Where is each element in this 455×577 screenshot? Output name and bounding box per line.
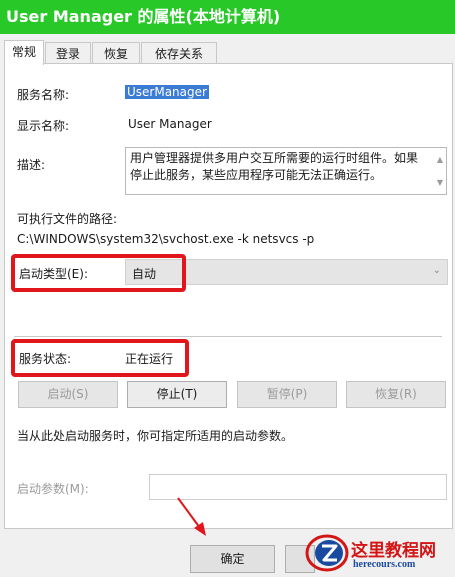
- ok-button[interactable]: 确定: [190, 545, 275, 573]
- start-button[interactable]: 启动(S): [18, 381, 118, 408]
- resume-button[interactable]: 恢复(R): [346, 381, 446, 408]
- general-panel: [4, 63, 453, 529]
- watermark-title: 这里教程网: [351, 541, 436, 561]
- watermark-url: herecours.com: [353, 559, 416, 570]
- display-name-value[interactable]: User Manager: [128, 117, 212, 131]
- start-params-label: 启动参数(M):: [17, 482, 89, 496]
- service-name-label: 服务名称:: [17, 88, 70, 102]
- executable-path-value: C:\WINDOWS\system32\svchost.exe -k netsv…: [17, 232, 315, 246]
- stop-button[interactable]: 停止(T): [127, 381, 227, 408]
- display-name-label: 显示名称:: [17, 119, 70, 133]
- description-box[interactable]: 用户管理器提供多用户交互所需要的运行时组件。如果停止此服务，某些应用程序可能无法…: [125, 147, 447, 195]
- scroll-up-icon[interactable]: ▲: [437, 151, 443, 168]
- startup-type-value: 自动: [132, 267, 157, 281]
- divider: [14, 336, 442, 337]
- red-arrow-icon: [177, 497, 206, 536]
- executable-path-label: 可执行文件的路径:: [17, 212, 118, 226]
- service-name-value[interactable]: UserManager: [125, 85, 209, 99]
- startup-type-dropdown[interactable]: 自动 ⌄: [125, 259, 448, 285]
- chevron-down-icon: ⌄: [432, 265, 441, 276]
- description-text: 用户管理器提供多用户交互所需要的运行时组件。如果停止此服务，某些应用程序可能无法…: [130, 151, 419, 182]
- scroll-down-icon[interactable]: ▼: [437, 174, 443, 191]
- startup-type-label: 启动类型(E):: [19, 267, 88, 281]
- tab-strip: 常规 登录 恢复 依存关系: [0, 40, 455, 65]
- tab-logon[interactable]: 登录: [45, 42, 91, 64]
- start-params-hint: 当从此处启动服务时，你可指定所适用的启动参数。: [17, 429, 294, 443]
- site-logo-icon: [305, 534, 349, 572]
- pause-button[interactable]: 暂停(P): [237, 381, 337, 408]
- tab-general[interactable]: 常规: [4, 40, 44, 65]
- window-title: User Manager 的属性(本地计算机): [0, 0, 455, 34]
- description-label: 描述:: [17, 158, 46, 172]
- tab-recovery[interactable]: 恢复: [92, 42, 140, 64]
- watermark: 这里教程网 herecours.com: [305, 530, 455, 577]
- service-status-value: 正在运行: [125, 352, 174, 366]
- service-status-label: 服务状态:: [19, 352, 72, 366]
- tab-dependencies[interactable]: 依存关系: [141, 42, 217, 64]
